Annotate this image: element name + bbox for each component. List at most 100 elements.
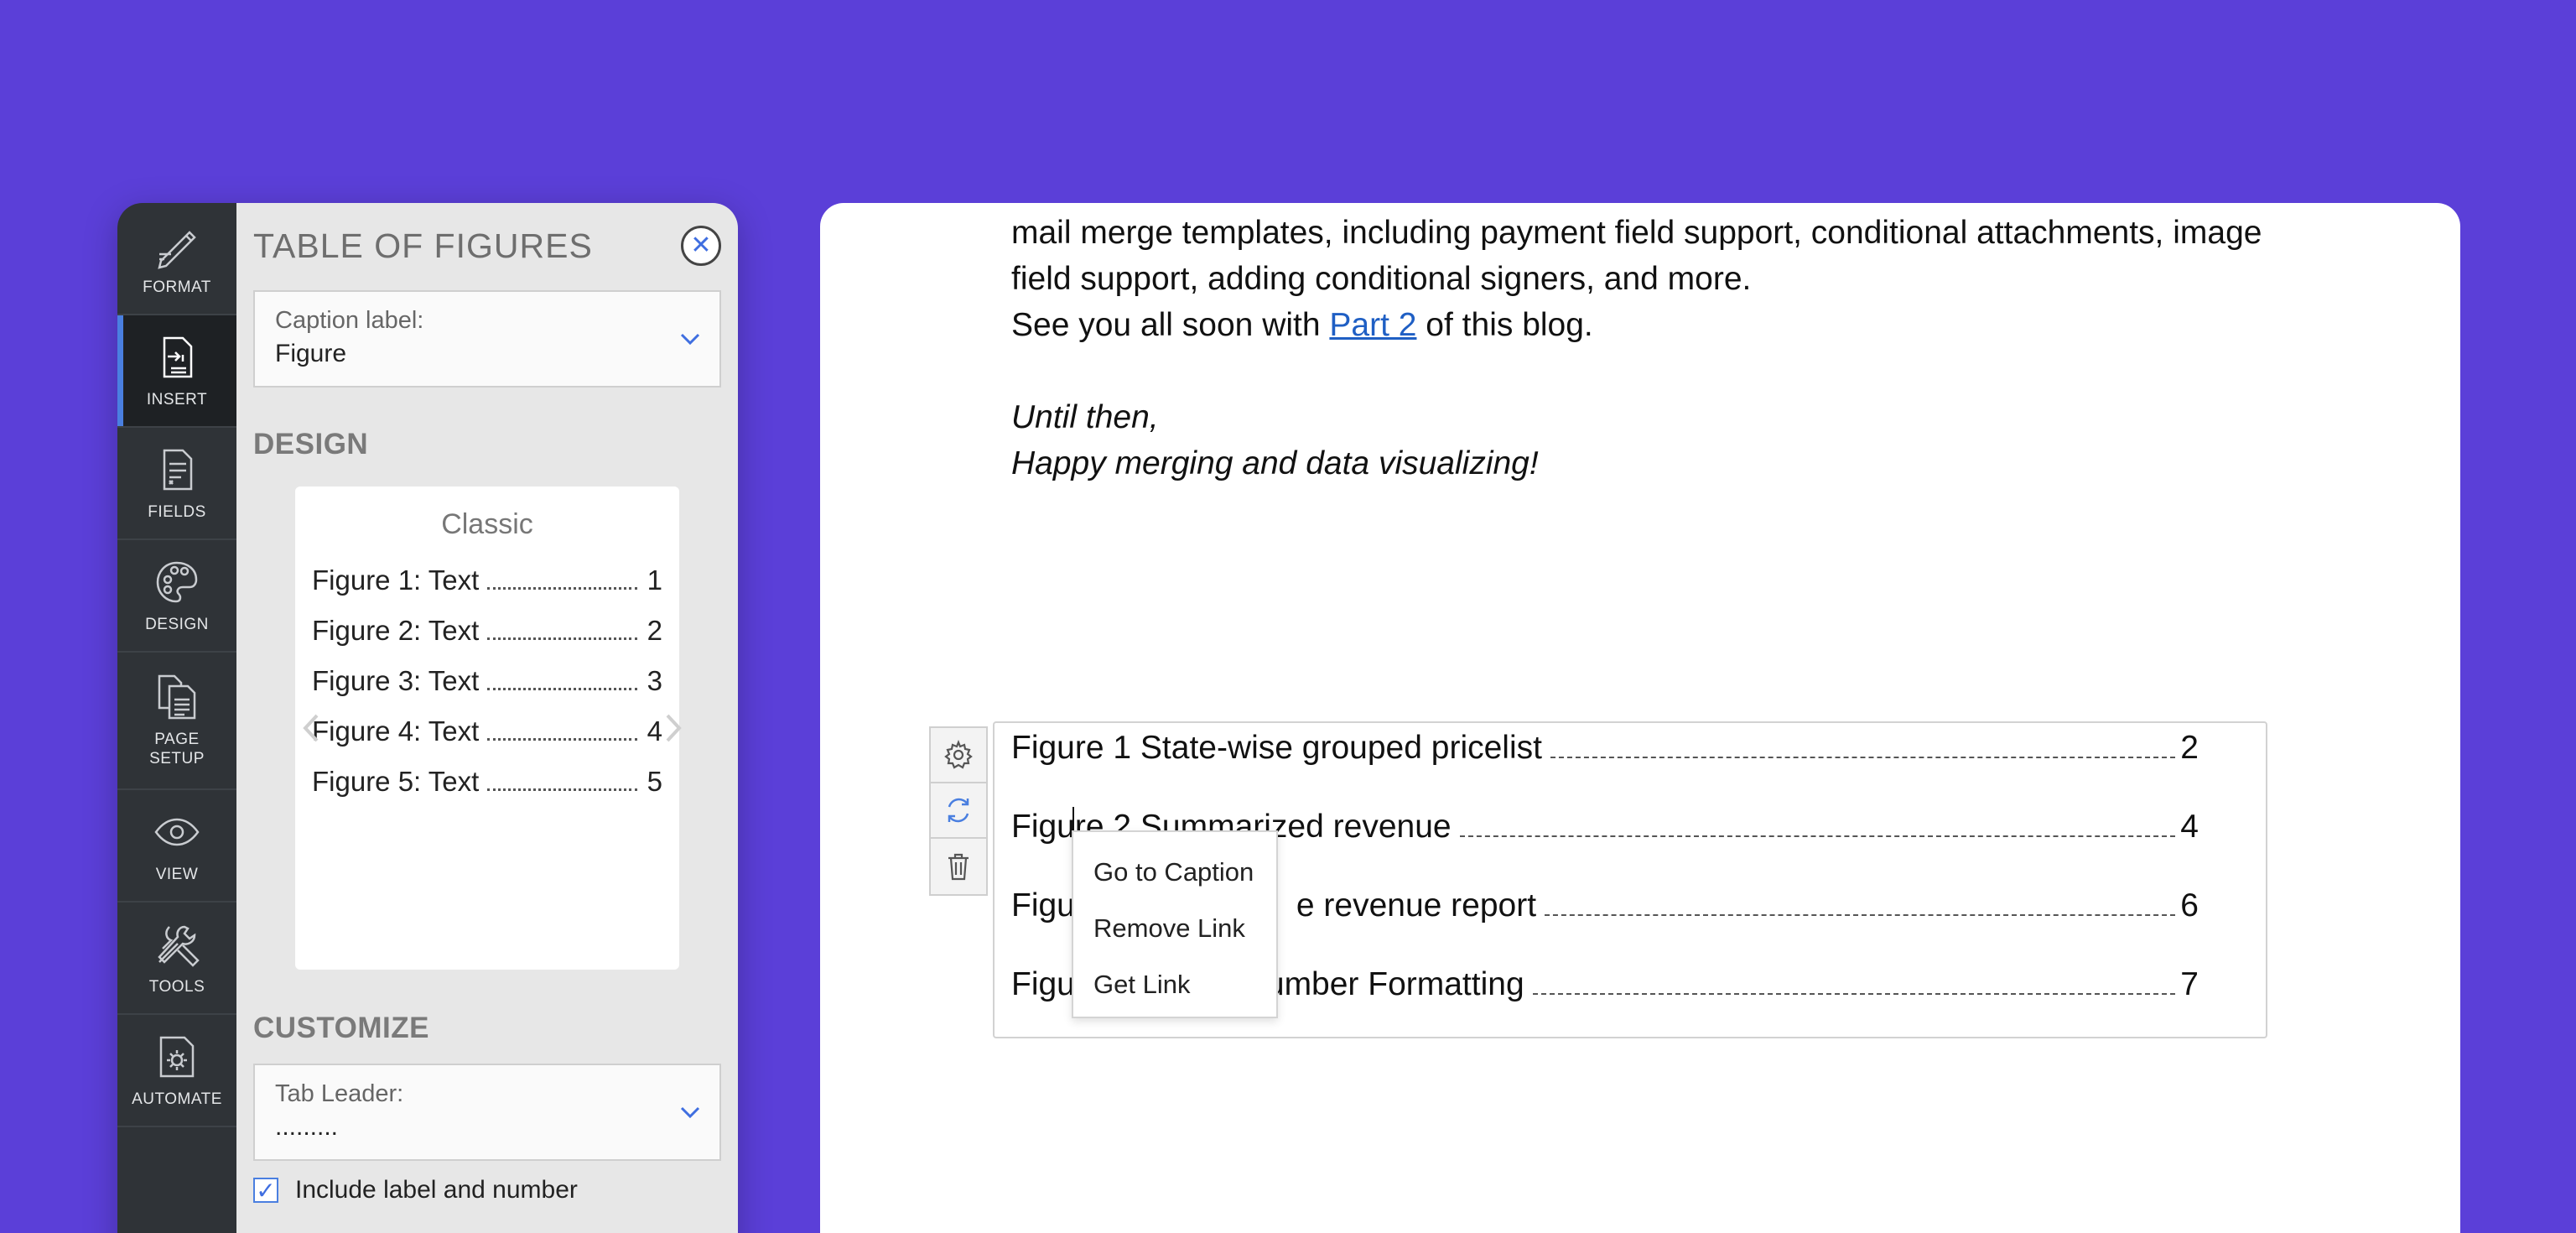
- tof-entry-page: 2: [2180, 730, 2199, 766]
- design-preview-card[interactable]: Classic Figure 1: Text 1 Figure 2: Text …: [295, 486, 682, 970]
- tof-entry[interactable]: Figure 1 State-wise grouped pricelist 2: [1011, 730, 2199, 767]
- customize-section-title: CUSTOMIZE: [253, 1012, 429, 1044]
- close-button[interactable]: ✕: [681, 226, 721, 266]
- preview-line: Figure 2: Text 2: [312, 615, 662, 665]
- rail-item-tools[interactable]: TOOLS: [117, 903, 236, 1015]
- text-span: of this blog.: [1416, 307, 1593, 343]
- include-label-checkbox-row[interactable]: ✓ Include label and number: [253, 1176, 721, 1204]
- preview-line-text: Figure 2: Text: [312, 615, 480, 646]
- chevron-left-icon[interactable]: [302, 713, 320, 743]
- trash-icon: [948, 853, 969, 881]
- design-section-title: DESIGN: [253, 428, 369, 460]
- refresh-icon: [948, 798, 969, 823]
- italic-line: Happy merging and data visualizing!: [1011, 445, 1539, 481]
- insert-document-icon: [153, 333, 201, 382]
- delete-button[interactable]: [931, 839, 986, 894]
- tof-entry-page: 6: [2180, 887, 2199, 923]
- preview-line: Figure 5: Text 5: [312, 766, 662, 816]
- rail-label: VIEW: [155, 865, 199, 883]
- go-to-caption-menu-item[interactable]: Go to Caption: [1073, 844, 1276, 900]
- dot-leader: [487, 623, 637, 640]
- rail-item-view[interactable]: VIEW: [117, 790, 236, 903]
- dash-leader: [1459, 819, 2175, 837]
- preview-line-text: Figure 5: Text: [312, 766, 480, 797]
- paragraph-line: field support, adding conditional signer…: [1011, 261, 1752, 297]
- preview-line-text: Figure 3: Text: [312, 665, 480, 696]
- paragraph-line: mail merge templates, including payment …: [1011, 215, 2262, 251]
- design-name: Classic: [441, 508, 533, 540]
- document-page[interactable]: mail merge templates, including payment …: [820, 203, 2460, 1233]
- tof-entry-text: Figure 1 State-wise grouped pricelist: [1011, 730, 1542, 766]
- close-icon: ✕: [690, 232, 712, 259]
- preview-line: Figure 1: Text 1: [312, 564, 662, 615]
- include-label-text: Include label and number: [295, 1176, 578, 1204]
- tof-entry-text-left: Figu: [1011, 966, 1075, 1002]
- rail-label: FIELDS: [148, 502, 206, 521]
- text-span: See you all soon with: [1011, 307, 1330, 343]
- gear-icon: [944, 740, 973, 769]
- part-2-link[interactable]: Part 2: [1329, 307, 1416, 343]
- tab-leader-label: Tab Leader:: [275, 1080, 404, 1107]
- rail-item-insert[interactable]: INSERT: [117, 315, 236, 428]
- rail-item-automate[interactable]: AUTOMATE: [117, 1015, 236, 1127]
- preview-line-text: Figure 4: Text: [312, 715, 480, 747]
- preview-line-page: 4: [647, 715, 662, 747]
- rail-item-page-setup[interactable]: PAGE SETUP: [117, 653, 236, 790]
- rail-label: DESIGN: [145, 615, 209, 633]
- sidebar-title: TABLE OF FIGURES: [253, 226, 593, 265]
- context-menu: Go to Caption Remove Link Get Link: [1072, 830, 1278, 1018]
- chevron-down-icon: [680, 1106, 700, 1119]
- rail-label: INSERT: [146, 390, 208, 408]
- remove-link-menu-item[interactable]: Remove Link: [1073, 900, 1276, 956]
- sidebar-header: TABLE OF FIGURES ✕: [253, 223, 721, 268]
- palette-icon: [153, 558, 201, 606]
- dash-leader: [1550, 740, 2175, 758]
- dot-leader: [487, 774, 637, 791]
- rail-label: FORMAT: [143, 278, 211, 296]
- nav-rail: FORMAT INSERT FIELDS DESIGN PAGE SETUP V…: [117, 203, 236, 1233]
- settings-button[interactable]: [931, 728, 986, 783]
- paragraph-line: See you all soon with Part 2 of this blo…: [1011, 302, 2319, 348]
- document-body[interactable]: mail merge templates, including payment …: [1011, 210, 2319, 486]
- eye-icon: [153, 808, 201, 856]
- preview-line-text: Figure 1: Text: [312, 564, 480, 596]
- tools-icon: [153, 920, 201, 969]
- tof-entry-page: 7: [2180, 966, 2199, 1002]
- caption-label-select[interactable]: Caption label: Figure: [253, 290, 721, 388]
- rail-item-format[interactable]: FORMAT: [117, 203, 236, 315]
- preview-line: Figure 4: Text 4: [312, 715, 662, 766]
- preview-line-page: 1: [647, 564, 662, 596]
- rail-label: TOOLS: [148, 977, 205, 996]
- tab-leader-select[interactable]: Tab Leader: .........: [253, 1064, 721, 1161]
- get-link-menu-item[interactable]: Get Link: [1073, 956, 1276, 1012]
- italic-line: Until then,: [1011, 399, 1159, 435]
- dash-leader: [1532, 976, 2175, 995]
- page-setup-icon: [153, 673, 201, 721]
- pen-ruler-icon: [153, 221, 201, 269]
- tof-entry-text-right: umber Formatting: [1265, 966, 1524, 1002]
- preview-line: Figure 3: Text 3: [312, 665, 662, 715]
- table-of-figures-toolbar: [929, 726, 988, 896]
- fields-document-icon: [153, 445, 201, 494]
- caption-label-label: Caption label:: [275, 307, 424, 334]
- refresh-button[interactable]: [931, 783, 986, 839]
- rail-label: AUTOMATE: [132, 1090, 222, 1108]
- preview-line-page: 5: [647, 766, 662, 797]
- rail-label: PAGE SETUP: [149, 731, 205, 767]
- dot-leader: [487, 724, 637, 741]
- chevron-down-icon: [680, 333, 700, 346]
- tof-entry-text-left: Figu: [1011, 887, 1075, 923]
- chevron-right-icon[interactable]: [664, 713, 683, 743]
- automate-gear-icon: [153, 1033, 201, 1081]
- caption-label-value: Figure: [275, 340, 347, 367]
- include-label-checkbox[interactable]: ✓: [253, 1178, 278, 1204]
- preview-line-page: 2: [647, 615, 662, 646]
- app-panel: FORMAT INSERT FIELDS DESIGN PAGE SETUP V…: [117, 203, 738, 1233]
- rail-item-fields[interactable]: FIELDS: [117, 428, 236, 540]
- preview-line-page: 3: [647, 665, 662, 696]
- tof-entry-page: 4: [2180, 809, 2199, 845]
- dash-leader: [1545, 897, 2175, 916]
- tab-leader-value: .........: [275, 1113, 339, 1141]
- rail-item-design[interactable]: DESIGN: [117, 540, 236, 653]
